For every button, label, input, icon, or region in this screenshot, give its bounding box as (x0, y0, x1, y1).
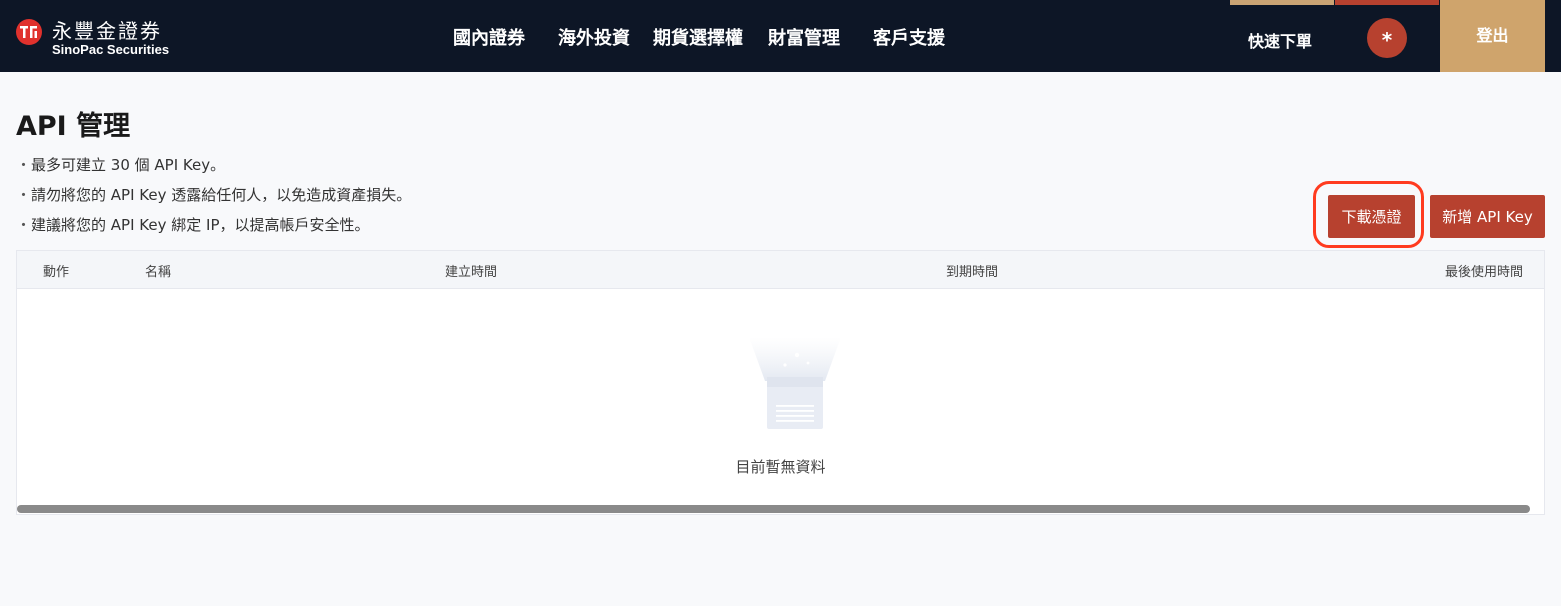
column-header-expiry-time: 到期時間 (946, 265, 999, 280)
api-key-table: 動作 名稱 建立時間 到期時間 最後使用時間 目前暫無資料 (16, 250, 1545, 515)
page-title: API 管理 (16, 111, 131, 142)
nav-futures-options[interactable]: 期貨選擇權 (653, 24, 743, 50)
empty-box-icon (745, 335, 845, 439)
nav-customer-support[interactable]: 客戶支援 (873, 24, 945, 50)
horizontal-scrollbar[interactable] (17, 505, 1530, 513)
top-navigation-bar: 永豐金證券 SinoPac Securities 國內證券 海外投資 期貨選擇權… (0, 0, 1561, 72)
logout-button[interactable]: 登出 (1440, 0, 1545, 72)
api-notes-list: 最多可建立 30 個 API Key。 請勿將您的 API Key 透露給任何人… (16, 154, 411, 244)
column-header-name: 名稱 (145, 265, 172, 280)
avatar[interactable]: * (1367, 18, 1407, 58)
user-menu[interactable]: * (1335, 0, 1439, 72)
column-header-created-time: 建立時間 (445, 265, 498, 280)
column-header-action: 動作 (43, 265, 70, 280)
column-header-last-used-time: 最後使用時間 (1445, 265, 1524, 280)
add-api-key-button[interactable]: 新增 API Key (1430, 195, 1545, 238)
note-item-bind-ip: 建議將您的 API Key 綁定 IP，以提高帳戶安全性。 (16, 214, 411, 244)
nav-domestic-securities[interactable]: 國內證券 (453, 24, 525, 50)
logo-chinese-text: 永豐金證券 (52, 19, 162, 43)
nav-overseas-investment[interactable]: 海外投資 (558, 24, 630, 50)
topbar-edge (1545, 0, 1561, 72)
download-certificate-button[interactable]: 下載憑證 (1328, 195, 1415, 238)
note-item-do-not-share: 請勿將您的 API Key 透露給任何人，以免造成資產損失。 (16, 184, 411, 214)
quick-order-label: 快速下單 (1248, 32, 1313, 51)
sinopac-logo-icon (16, 19, 42, 45)
logo-english-text: SinoPac Securities (52, 42, 170, 57)
note-item-max-keys: 最多可建立 30 個 API Key。 (16, 154, 411, 184)
quick-order-button[interactable]: 快速下單 (1230, 0, 1334, 72)
table-header: 動作 名稱 建立時間 到期時間 最後使用時間 (17, 251, 1544, 289)
empty-state-text: 目前暫無資料 (735, 458, 826, 476)
nav-wealth-management[interactable]: 財富管理 (768, 24, 840, 50)
